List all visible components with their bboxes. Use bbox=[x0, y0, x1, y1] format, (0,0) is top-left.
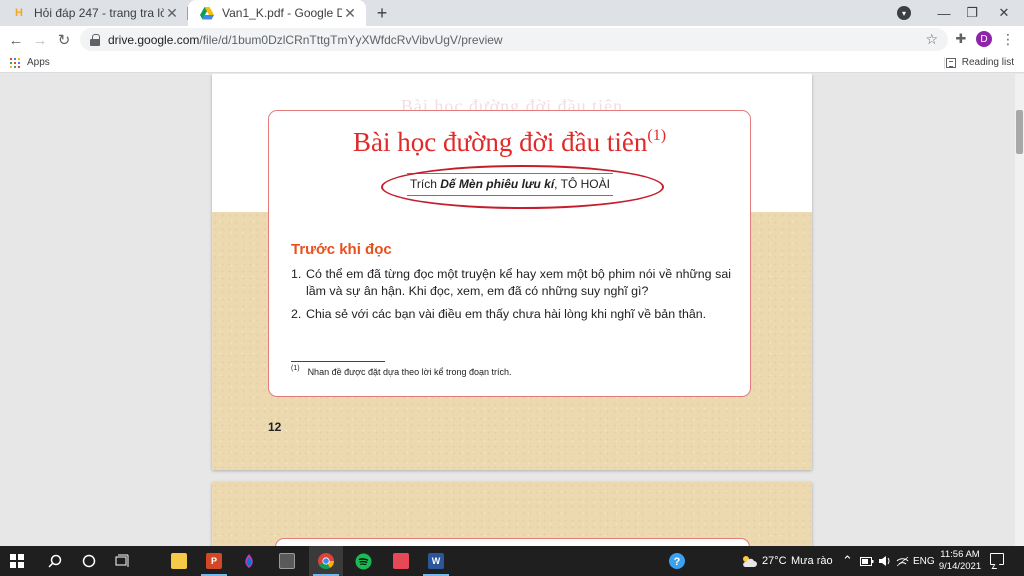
hoidap-h-icon: H bbox=[15, 7, 23, 19]
apps-label: Apps bbox=[27, 57, 50, 68]
weather-desc[interactable]: Mưa rào bbox=[791, 546, 833, 576]
forward-icon[interactable]: → bbox=[30, 30, 50, 50]
title-footnote-mark: (1) bbox=[647, 127, 667, 144]
wifi-icon[interactable] bbox=[896, 546, 909, 576]
reload-icon[interactable]: ↻ bbox=[54, 30, 74, 50]
svg-text:?: ? bbox=[674, 556, 681, 568]
reading-list-button[interactable]: Reading list bbox=[945, 57, 1014, 68]
windows-taskbar: P W ? 27°C Mưa rào ⌃ ENG 11:56 AM 9/14/2… bbox=[0, 546, 1024, 576]
tab-title: Hỏi đáp 247 - trang tra lời bbox=[34, 6, 164, 20]
google-drive-icon bbox=[200, 6, 214, 20]
close-icon[interactable]: ✕ bbox=[164, 5, 180, 21]
address-bar[interactable]: drive.google.com/file/d/1bum0DzlCRnTttgT… bbox=[80, 28, 948, 51]
close-icon[interactable]: ✕ bbox=[342, 5, 358, 21]
powerpoint-icon[interactable]: P bbox=[197, 546, 231, 576]
tab-search-icon[interactable]: ▾ bbox=[897, 6, 911, 20]
avatar[interactable]: D bbox=[976, 31, 992, 47]
speaker-icon[interactable] bbox=[878, 546, 891, 576]
search-icon[interactable] bbox=[38, 546, 72, 576]
lesson-card-next bbox=[275, 538, 750, 546]
footnote-mark: (1) bbox=[291, 365, 300, 372]
list-item: 2. Chia sẻ với các bạn vài điều em thấy … bbox=[291, 306, 731, 323]
clock-date: 9/14/2021 bbox=[938, 561, 982, 572]
clock-time: 11:56 AM bbox=[940, 549, 980, 560]
paint3d-icon[interactable] bbox=[232, 546, 266, 576]
lesson-card: Bài học đường đời đầu tiên(1) Trích Dế M… bbox=[268, 110, 751, 397]
reading-list-label: Reading list bbox=[961, 57, 1014, 68]
section-heading: Trước khi đọc bbox=[291, 241, 392, 258]
footnote-text: Nhan đề được đặt dựa theo lời kể trong đ… bbox=[307, 367, 512, 377]
scrollbar[interactable] bbox=[1015, 74, 1024, 546]
clock[interactable]: 11:56 AM 9/14/2021 bbox=[930, 549, 990, 573]
spotify-icon[interactable] bbox=[346, 546, 380, 576]
reading-list-icon bbox=[945, 57, 956, 68]
tab-strip: H Hỏi đáp 247 - trang tra lời ✕ Van1_K.p… bbox=[0, 0, 1024, 26]
windows-start-icon[interactable] bbox=[0, 546, 34, 576]
list-item: 1. Có thể em đã từng đọc một truyện kể h… bbox=[291, 266, 731, 300]
chevron-up-icon[interactable]: ⌃ bbox=[842, 546, 853, 576]
weather-temp[interactable]: 27°C bbox=[762, 546, 787, 576]
browser-toolbar: ← → ↻ drive.google.com/file/d/1bum0DzlCR… bbox=[0, 26, 1024, 53]
task-view-icon[interactable] bbox=[106, 546, 140, 576]
page-number: 12 bbox=[268, 420, 282, 434]
lock-icon[interactable] bbox=[90, 33, 100, 46]
address-url[interactable]: drive.google.com/file/d/1bum0DzlCRnTttgT… bbox=[108, 33, 503, 47]
bookmarks-bar: Apps Reading list bbox=[0, 53, 1024, 73]
url-host: drive.google.com bbox=[108, 32, 200, 47]
back-icon[interactable]: ← bbox=[6, 30, 26, 50]
question-text: Chia sẻ với các bạn vài điều em thấy chư… bbox=[306, 307, 707, 321]
star-icon[interactable]: ☆ bbox=[925, 31, 938, 48]
new-tab-icon[interactable]: + bbox=[372, 3, 392, 23]
file-explorer-icon[interactable] bbox=[162, 546, 196, 576]
cortana-icon[interactable] bbox=[72, 546, 106, 576]
apps-bookmark[interactable]: Apps bbox=[10, 57, 50, 68]
pdf-page: Bài học đường đời đầu tiên Bài học đường… bbox=[212, 74, 812, 470]
snipping-icon[interactable] bbox=[384, 546, 418, 576]
scrollbar-thumb[interactable] bbox=[1016, 110, 1023, 154]
menu-icon[interactable]: ⋮ bbox=[1000, 30, 1016, 48]
extensions-icon[interactable]: ✚ bbox=[952, 30, 970, 48]
weather-icon[interactable] bbox=[732, 546, 766, 576]
question-number: 1. bbox=[291, 267, 302, 281]
calculator-icon[interactable] bbox=[270, 546, 304, 576]
question-text: Có thể em đã từng đọc một truyện kể hay … bbox=[306, 267, 731, 298]
battery-icon[interactable] bbox=[860, 546, 874, 576]
paper-background bbox=[212, 482, 812, 546]
help-icon[interactable]: ? bbox=[660, 546, 694, 576]
question-list: 1. Có thể em đã từng đọc một truyện kể h… bbox=[291, 266, 731, 329]
footnote-rule bbox=[291, 361, 385, 362]
close-window-button[interactable]: ✕ bbox=[984, 0, 1024, 26]
tab-title: Van1_K.pdf - Google Drive bbox=[222, 6, 342, 20]
apps-grid-icon bbox=[10, 57, 20, 68]
notification-icon[interactable] bbox=[990, 553, 1004, 565]
annotation-ellipse bbox=[381, 165, 664, 209]
pdf-page-next bbox=[212, 482, 812, 546]
question-number: 2. bbox=[291, 307, 302, 321]
lesson-title-text: Bài học đường đời đầu tiên bbox=[352, 127, 648, 157]
tab-google-drive[interactable]: Van1_K.pdf - Google Drive ✕ bbox=[188, 0, 366, 26]
chrome-icon[interactable] bbox=[309, 546, 343, 576]
word-icon[interactable]: W bbox=[419, 546, 453, 576]
url-path: /file/d/1bum0DzlCRnTttgTmYyXWfdcRvVibvUg… bbox=[199, 32, 503, 47]
tab-hoidap[interactable]: H Hỏi đáp 247 - trang tra lời ✕ bbox=[0, 0, 188, 26]
pdf-viewer[interactable]: Bài học đường đời đầu tiên Bài học đường… bbox=[0, 74, 1024, 546]
footnote: (1) Nhan đề được đặt dựa theo lời kể tro… bbox=[291, 365, 512, 377]
lesson-title: Bài học đường đời đầu tiên(1) bbox=[269, 127, 750, 158]
